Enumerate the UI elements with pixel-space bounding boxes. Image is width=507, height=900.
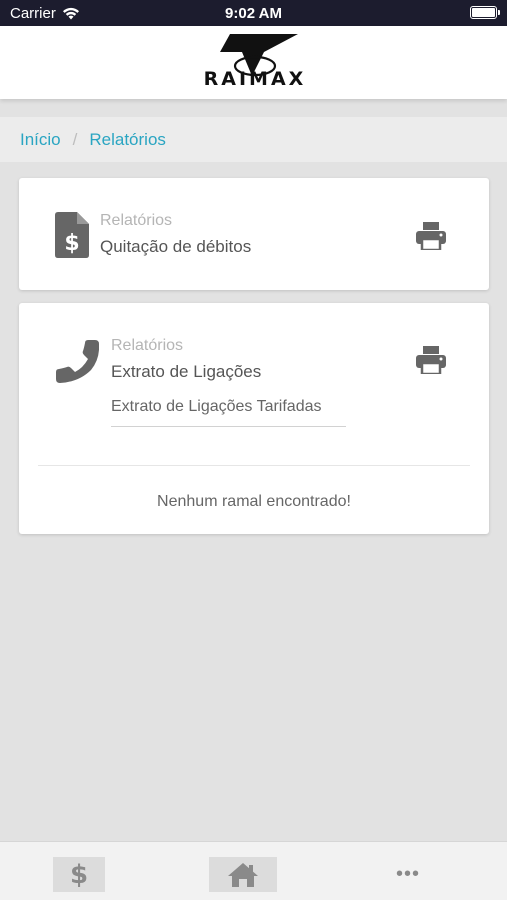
phone-icon [56, 340, 99, 383]
tab-home[interactable] [209, 857, 277, 892]
breadcrumb-home-link[interactable]: Início [20, 130, 61, 150]
tab-financial[interactable]: $ [53, 857, 105, 892]
card-subtitle: Relatórios [111, 337, 184, 354]
breadcrumb: Início / Relatórios [0, 117, 507, 162]
card-title: Quitação de débitos [100, 237, 252, 256]
breadcrumb-current-link[interactable]: Relatórios [89, 130, 166, 150]
invoice-dollar-icon: $ [55, 212, 89, 258]
svg-text:$: $ [64, 231, 79, 256]
report-card-debt-clearance[interactable]: $ Relatórios Quitação de débitos [19, 178, 489, 290]
breadcrumb-separator: / [72, 129, 78, 149]
report-type-select[interactable]: Extrato de Ligações Tarifadas [111, 390, 346, 427]
status-bar: Carrier 9:02 AM [0, 0, 507, 26]
clock: 9:02 AM [225, 5, 282, 22]
print-icon[interactable] [416, 222, 446, 250]
logo-text: RAIMAX [203, 68, 307, 90]
card-title: Extrato de Ligações [111, 362, 262, 381]
home-icon [228, 862, 258, 887]
divider [38, 465, 470, 466]
bottom-nav: $ ••• [0, 841, 507, 900]
more-icon: ••• [395, 863, 420, 885]
app-header: RAIMAX [0, 26, 507, 99]
print-icon[interactable] [416, 346, 446, 374]
dollar-icon: $ [69, 859, 89, 890]
raimax-logo: RAIMAX [180, 32, 330, 94]
tab-more[interactable]: ••• [380, 857, 436, 892]
report-card-call-statement: Relatórios Extrato de Ligações Extrato d… [19, 303, 489, 534]
battery-icon [470, 6, 500, 19]
card-subtitle: Relatórios [100, 212, 173, 229]
empty-extensions-message: Nenhum ramal encontrado! [157, 493, 351, 510]
